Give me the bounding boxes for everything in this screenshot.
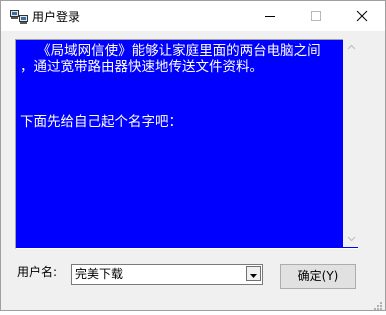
title-bar[interactable]: 用户登录: [1, 1, 385, 31]
ok-button[interactable]: 确定(Y): [280, 264, 356, 289]
username-value: 完美下载: [75, 267, 124, 281]
scroll-up-icon[interactable]: [343, 39, 360, 56]
scroll-down-icon[interactable]: [343, 230, 360, 247]
chevron-down-icon: [250, 274, 257, 278]
minimize-icon: [265, 16, 275, 17]
minimize-button[interactable]: [247, 1, 293, 31]
message-scrollbar[interactable]: [343, 39, 360, 247]
window-title: 用户登录: [32, 10, 81, 24]
close-icon: [356, 10, 368, 22]
username-combobox[interactable]: 完美下载: [71, 264, 263, 285]
message-line-2: ，通过宽带路由器快速地传送文件资料。: [20, 59, 263, 75]
maximize-icon: [311, 11, 321, 21]
maximize-button[interactable]: [293, 1, 339, 31]
dropdown-button[interactable]: [246, 266, 261, 281]
computer-icon: [10, 10, 28, 25]
username-label: 用户名:: [17, 265, 58, 279]
message-line-1: 《局域网信使》能够让家庭里面的两台电脑之间: [20, 43, 321, 59]
message-line-6: 下面先给自己起个名字吧：: [20, 114, 182, 130]
login-dialog: 用户登录 《局域网信使》能够让家庭里面的两台电脑之间 ，通过宽带路由器快速地传送…: [0, 0, 386, 311]
close-button[interactable]: [339, 1, 385, 31]
message-textbox[interactable]: 《局域网信使》能够让家庭里面的两台电脑之间 ，通过宽带路由器快速地传送文件资料。…: [15, 39, 358, 249]
resize-grip-icon[interactable]: [371, 296, 383, 310]
